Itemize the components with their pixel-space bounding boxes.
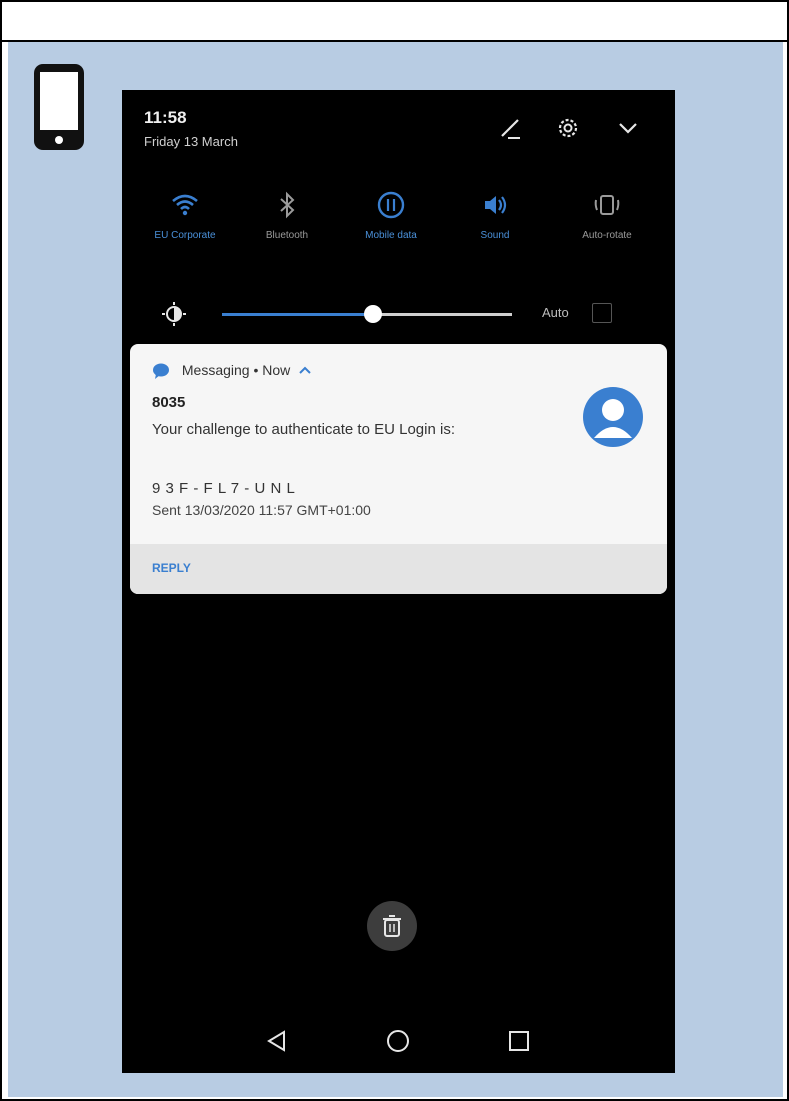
trash-icon (383, 915, 401, 937)
quick-setting-wifi[interactable]: EU Corporate (130, 190, 240, 241)
auto-brightness-label: Auto (542, 305, 569, 320)
notification-app-line: Messaging • Now (181, 362, 291, 378)
auto-rotate-icon (594, 195, 620, 215)
recents-icon[interactable] (506, 1028, 532, 1054)
notification-header: Messaging • Now (152, 362, 312, 380)
phone-screen: 11:58 Friday 13 March EU Corporate Bluet… (122, 90, 675, 1073)
bluetooth-icon (280, 191, 295, 219)
notification-sent-time: Sent 13/03/2020 11:57 GMT+01:00 (152, 502, 371, 518)
quick-setting-sound[interactable]: Sound (440, 190, 550, 241)
quick-setting-label: Mobile data (365, 230, 417, 241)
reply-button[interactable]: REPLY (152, 561, 191, 575)
mobile-data-icon (377, 191, 405, 219)
sound-icon (485, 196, 507, 214)
status-time: 11:58 (144, 108, 187, 127)
notification-code: 9 3 F - F L 7 - U N L (152, 480, 296, 497)
pencil-icon[interactable] (496, 114, 524, 142)
notification-card[interactable]: Messaging • Now 8035 Your challenge to a… (130, 344, 667, 594)
quick-setting-mobile-data[interactable]: Mobile data (336, 190, 446, 241)
home-icon[interactable] (385, 1028, 411, 1054)
quick-setting-label: EU Corporate (154, 230, 216, 241)
back-icon[interactable] (264, 1028, 290, 1054)
chevron-up-icon[interactable] (298, 365, 312, 375)
navigation-bar (122, 1010, 675, 1070)
quick-setting-label: Auto-rotate (582, 230, 632, 241)
clear-notifications-button[interactable] (367, 901, 417, 951)
header-band (2, 2, 787, 42)
brightness-slider-fill (222, 313, 373, 316)
avatar (583, 387, 643, 447)
auto-brightness-checkbox[interactable] (592, 303, 612, 323)
quick-setting-auto-rotate[interactable]: Auto-rotate (552, 190, 662, 241)
quick-setting-label: Sound (480, 230, 510, 241)
wifi-icon (172, 194, 198, 216)
quick-setting-bluetooth[interactable]: Bluetooth (232, 190, 342, 241)
status-date: Friday 13 March (144, 134, 238, 149)
brightness-slider[interactable] (222, 305, 512, 323)
notification-actions: REPLY (130, 544, 667, 594)
chevron-down-icon[interactable] (614, 114, 642, 142)
brightness-icon (162, 302, 186, 326)
mobile-phone-icon (34, 64, 84, 150)
notification-body: Your challenge to authenticate to EU Log… (152, 421, 455, 438)
quick-setting-label: Bluetooth (265, 230, 309, 241)
message-bubble-icon (153, 363, 169, 380)
brightness-slider-handle[interactable] (364, 305, 382, 323)
gear-icon[interactable] (554, 114, 582, 142)
figure-frame: 11:58 Friday 13 March EU Corporate Bluet… (0, 0, 789, 1101)
notification-sender: 8035 (152, 394, 186, 411)
